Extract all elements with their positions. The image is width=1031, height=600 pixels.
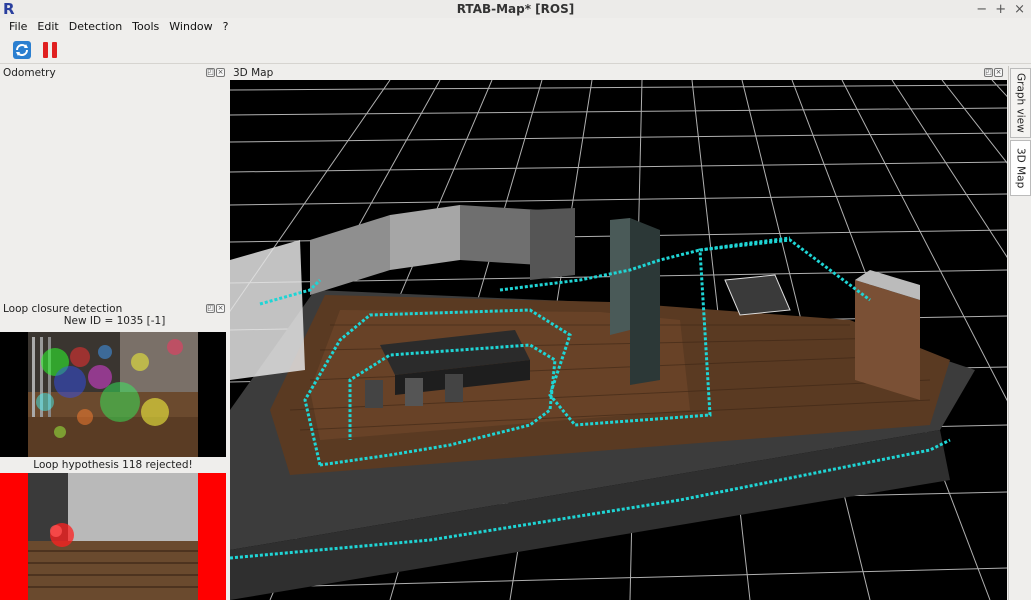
close-icon[interactable]: ×: [216, 68, 225, 77]
loop-closure-dock: Loop closure detection ◰ × New ID = 1035…: [0, 302, 229, 600]
float-icon[interactable]: ◰: [206, 304, 215, 313]
map-3d-header: 3D Map ◰ ×: [230, 66, 1007, 79]
loop-closure-title: Loop closure detection: [3, 302, 123, 315]
new-id-label: New ID = 1035 [-1]: [63, 315, 166, 327]
loop-candidate-image: [0, 473, 226, 600]
menu-edit[interactable]: Edit: [32, 20, 63, 33]
app-logo-icon: R: [3, 0, 15, 18]
odometry-header: Odometry ◰ ×: [0, 66, 229, 79]
menu-tools[interactable]: Tools: [127, 20, 164, 33]
title-bar: R RTAB-Map* [ROS] − + ×: [0, 0, 1031, 18]
odometry-title: Odometry: [3, 66, 56, 79]
pause-button[interactable]: [40, 40, 60, 60]
window-title: RTAB-Map* [ROS]: [456, 2, 575, 16]
menu-window[interactable]: Window: [164, 20, 217, 33]
menu-bar: File Edit Detection Tools Window ?: [0, 18, 1031, 35]
toolbar: [0, 36, 1031, 64]
float-icon[interactable]: ◰: [206, 68, 215, 77]
refresh-icon: [13, 40, 31, 59]
close-icon[interactable]: ×: [994, 68, 1003, 77]
tab-3d-map-label: 3D Map: [1014, 147, 1027, 189]
tab-graph-view-label: Graph view: [1014, 73, 1027, 133]
map-3d-dock: 3D Map ◰ ×: [230, 66, 1007, 600]
point-cloud-render: [230, 80, 1007, 600]
menu-help[interactable]: ?: [218, 20, 234, 33]
menu-file[interactable]: File: [4, 20, 32, 33]
menu-detection[interactable]: Detection: [64, 20, 127, 33]
odometry-dock: Odometry ◰ ×: [0, 66, 229, 298]
float-icon[interactable]: ◰: [984, 68, 993, 77]
window-controls: − + ×: [976, 0, 1025, 18]
close-button[interactable]: ×: [1014, 2, 1025, 17]
map-3d-title: 3D Map: [233, 66, 274, 79]
rtabmap-window: R RTAB-Map* [ROS] − + × File Edit Detect…: [0, 0, 1031, 600]
map-3d-viewport[interactable]: [230, 80, 1007, 600]
current-frame-image: [0, 332, 226, 457]
close-icon[interactable]: ×: [216, 304, 225, 313]
minimize-button[interactable]: −: [976, 2, 987, 17]
refresh-button[interactable]: [12, 40, 32, 60]
tab-3d-map[interactable]: 3D Map: [1010, 140, 1031, 196]
loop-closure-header: Loop closure detection ◰ ×: [0, 302, 229, 315]
loop-hypothesis-label: Loop hypothesis 118 rejected!: [33, 459, 193, 471]
side-tab-bar: Graph view 3D Map: [1008, 66, 1031, 600]
pause-icon: [43, 41, 57, 58]
tab-graph-view[interactable]: Graph view: [1010, 68, 1031, 138]
maximize-button[interactable]: +: [995, 2, 1006, 17]
